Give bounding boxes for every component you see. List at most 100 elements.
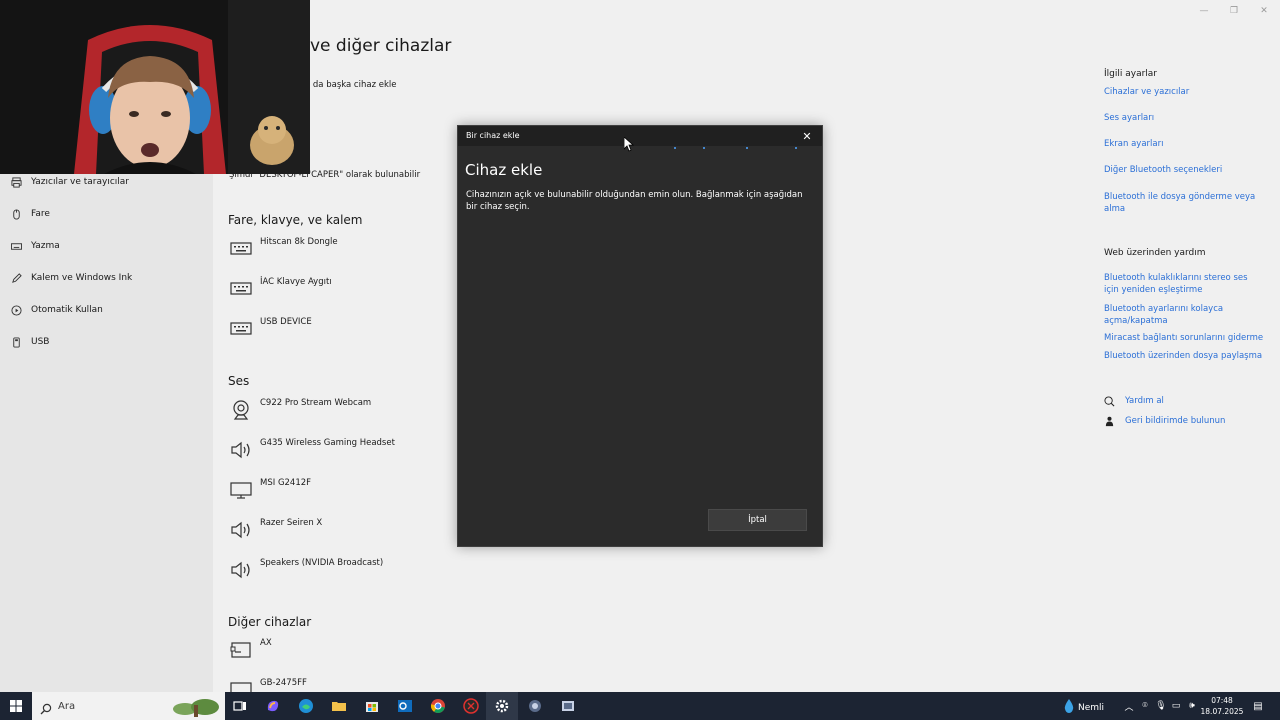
section-title-audio: Ses	[228, 374, 250, 388]
notifications-icon[interactable]: ▤	[1252, 700, 1264, 712]
usb-icon	[10, 336, 22, 348]
device-item[interactable]: Razer Seiren X	[229, 518, 449, 548]
weather-text: Nemli	[1078, 702, 1105, 713]
sidebar-item-label: Fare	[31, 209, 50, 219]
sidebar-item-printers[interactable]: Yazıcılar ve tarayıcılar	[10, 172, 129, 192]
copilot-icon[interactable]	[264, 697, 282, 715]
web-help-heading: Web üzerinden yardım	[1104, 248, 1206, 258]
webcam-icon	[229, 398, 253, 422]
web-help-link[interactable]: Miracast bağlantı sorunlarını giderme	[1104, 332, 1264, 344]
device-name: Hitscan 8k Dongle	[260, 237, 338, 247]
monitor-icon	[229, 678, 253, 692]
settings-icon[interactable]	[493, 697, 511, 715]
device-item[interactable]: C922 Pro Stream Webcam	[229, 398, 449, 428]
start-button[interactable]	[0, 692, 32, 720]
keyboard-icon	[10, 240, 22, 252]
device-item[interactable]: Speakers (NVIDIA Broadcast)	[229, 558, 449, 588]
outlook-icon[interactable]	[396, 697, 414, 715]
add-device-link[interactable]: a da başka cihaz ekle	[305, 80, 396, 90]
dialog-description: Cihazınızın açık ve bulunabilir olduğund…	[466, 190, 803, 212]
system-clock[interactable]: 07:48 18.07.2025	[1196, 695, 1248, 717]
keyboard-icon	[229, 237, 253, 261]
help-chat-icon	[1103, 395, 1115, 407]
dialog-window-title: Bir cihaz ekle	[466, 131, 520, 140]
chrome-icon[interactable]	[429, 697, 447, 715]
web-help-link[interactable]: Bluetooth üzerinden dosya paylaşma	[1104, 350, 1264, 362]
section-title-input: Fare, klavye, ve kalem	[228, 213, 363, 227]
sidebar-item-pen[interactable]: Kalem ve Windows Ink	[10, 268, 132, 288]
network-icon[interactable]: ▭	[1170, 700, 1182, 712]
speaker-icon	[229, 438, 253, 462]
taskbar: Ara Nemli ︿ ⌾ 🎙 ▭ 🕪 07:48 18.07.2025 ▤	[0, 692, 1280, 720]
generic-device-icon	[229, 638, 253, 662]
sidebar-item-label: Otomatik Kullan	[31, 305, 103, 315]
related-link[interactable]: Cihazlar ve yazıcılar	[1104, 86, 1264, 98]
taskbar-search[interactable]: Ara	[32, 692, 225, 720]
device-item[interactable]: AX	[229, 638, 449, 668]
device-item[interactable]: USB DEVICE	[229, 317, 449, 347]
printer-icon	[10, 176, 22, 188]
mouse-icon	[10, 208, 22, 220]
sidebar-item-usb[interactable]: USB	[10, 332, 49, 352]
web-help-link[interactable]: Bluetooth kulaklıklarını stereo ses için…	[1104, 272, 1264, 296]
file-explorer-icon[interactable]	[330, 697, 348, 715]
camera-icon[interactable]: ⌾	[1139, 700, 1151, 712]
sidebar-item-label: Yazma	[31, 241, 60, 251]
restore-icon[interactable]: ❐	[1227, 4, 1241, 18]
section-title-other: Diğer cihazlar	[228, 615, 312, 629]
minimize-icon[interactable]: —	[1197, 4, 1211, 18]
humidity-drop-icon	[1064, 699, 1074, 716]
device-item[interactable]: GB-2475FF	[229, 678, 449, 692]
device-name: GB-2475FF	[260, 678, 307, 688]
close-icon[interactable]: ✕	[1257, 4, 1271, 18]
edge-icon[interactable]	[297, 697, 315, 715]
related-link[interactable]: Ses ayarları	[1104, 112, 1264, 124]
chevron-up-icon[interactable]: ︿	[1123, 700, 1135, 713]
progress-dot	[703, 147, 705, 149]
sidebar-item-autoplay[interactable]: Otomatik Kullan	[10, 300, 103, 320]
weather-widget[interactable]: Nemli	[1064, 699, 1104, 716]
device-item[interactable]: MSI G2412F	[229, 478, 449, 508]
related-link[interactable]: Bluetooth ile dosya gönderme veya alma	[1104, 191, 1264, 215]
cancel-button[interactable]: İptal	[708, 509, 807, 531]
speaker-icon	[229, 558, 253, 582]
get-help-label: Yardım al	[1125, 396, 1164, 406]
feedback-label: Geri bildirimde bulunun	[1125, 416, 1226, 426]
clock-date: 18.07.2025	[1200, 707, 1244, 716]
device-item[interactable]: Hitscan 8k Dongle	[229, 237, 449, 267]
task-view-icon[interactable]	[231, 697, 249, 715]
app-shield-icon[interactable]	[462, 697, 480, 715]
dialog-titlebar[interactable]: Bir cihaz ekle ✕	[458, 126, 822, 146]
sidebar-item-mouse[interactable]: Fare	[10, 204, 50, 224]
related-link[interactable]: Ekran ayarları	[1104, 138, 1264, 150]
related-link[interactable]: Diğer Bluetooth seçenekleri	[1104, 164, 1264, 176]
progress-dot	[674, 147, 676, 149]
close-icon[interactable]: ✕	[800, 129, 814, 143]
monitor-icon	[229, 478, 253, 502]
feedback-icon	[1103, 415, 1115, 427]
search-highlight-art-icon	[171, 695, 221, 717]
device-item[interactable]: G435 Wireless Gaming Headset	[229, 438, 449, 468]
page-title: ve diğer cihazlar	[310, 36, 452, 56]
device-dialog-app-icon[interactable]	[559, 697, 577, 715]
keyboard-icon	[229, 317, 253, 341]
device-name: G435 Wireless Gaming Headset	[260, 438, 395, 448]
keyboard-icon	[229, 277, 253, 301]
device-name: Speakers (NVIDIA Broadcast)	[260, 558, 384, 568]
windows-logo-icon	[10, 697, 22, 716]
feedback-link[interactable]: Geri bildirimde bulunun	[1103, 414, 1225, 428]
add-device-dialog: Bir cihaz ekle ✕ Cihaz ekle Cihazınızın …	[457, 125, 823, 547]
device-name: USB DEVICE	[260, 317, 312, 327]
sidebar-item-label: Kalem ve Windows Ink	[31, 273, 133, 283]
search-icon	[40, 700, 52, 715]
clock-time: 07:48	[1211, 696, 1233, 705]
device-item[interactable]: İAC Klavye Aygıtı	[229, 277, 449, 307]
microphone-icon[interactable]: 🎙	[1155, 700, 1167, 712]
sidebar-item-typing[interactable]: Yazma	[10, 236, 60, 256]
search-placeholder: Ara	[58, 700, 76, 712]
get-help-link[interactable]: Yardım al	[1103, 394, 1164, 408]
dialog-heading: Cihaz ekle	[465, 161, 543, 179]
store-icon[interactable]	[363, 697, 381, 715]
web-help-link[interactable]: Bluetooth ayarlarını kolayca açma/kapatm…	[1104, 303, 1264, 327]
app-circle-icon[interactable]	[526, 697, 544, 715]
